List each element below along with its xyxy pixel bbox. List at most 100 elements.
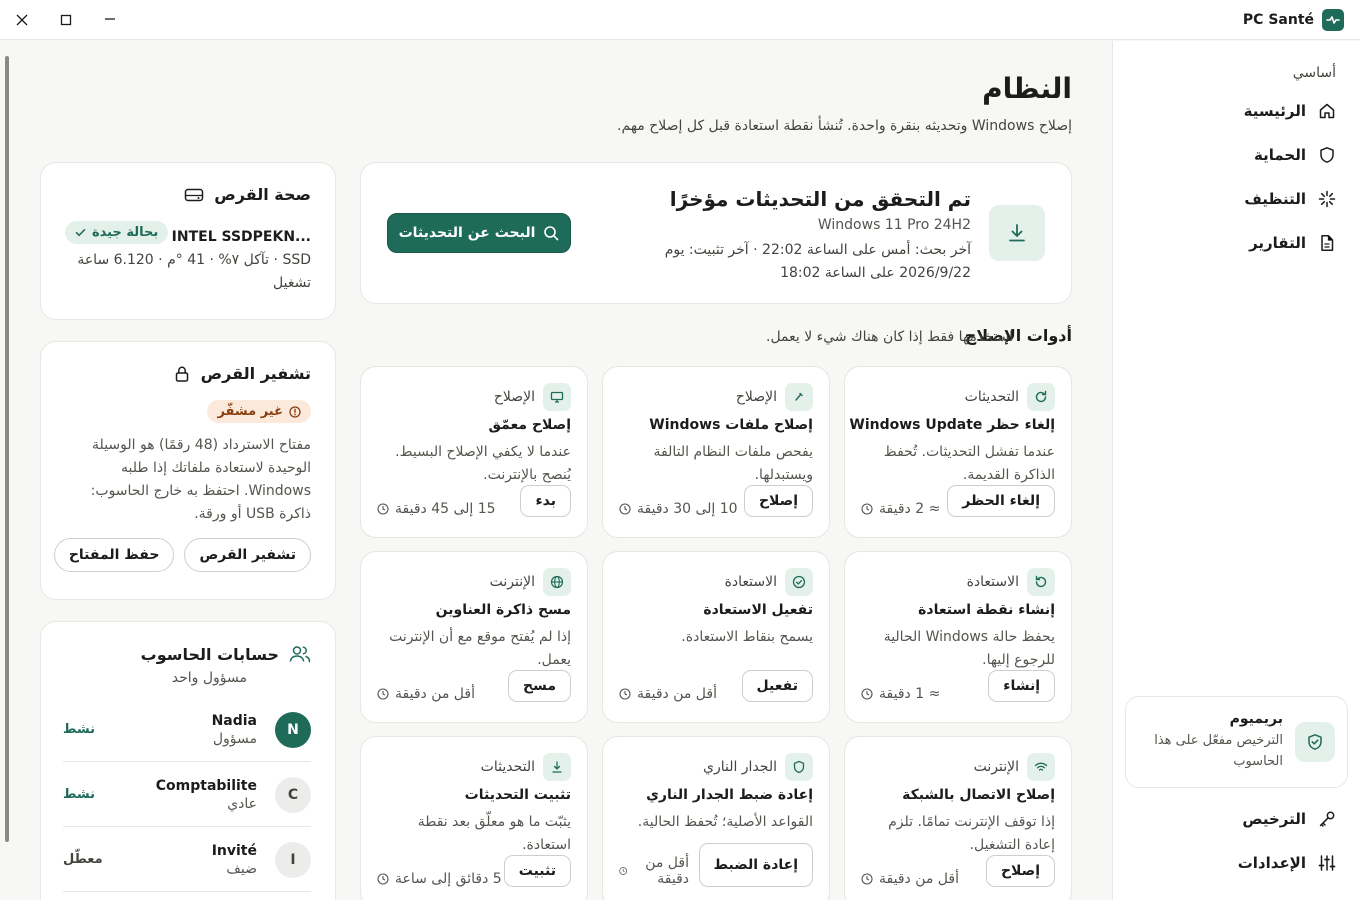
monitor-icon	[543, 383, 571, 411]
tool-card-install-updates: التحديثات تثبيت التحديثات يثبّت ما هو مع…	[360, 736, 588, 900]
tool-category-label: الإصلاح	[493, 389, 535, 405]
account-row[interactable]: N Nadia مسؤول نشط	[63, 698, 311, 762]
avatar: I	[275, 841, 311, 878]
tool-description: يسمح بنقاط الاستعادة.	[681, 629, 813, 645]
sidebar-item-reports[interactable]: التقارير	[1113, 221, 1360, 265]
tool-description: القواعد الأصلية؛ تُحفظ الحالية.	[637, 814, 813, 830]
tool-duration: أقل من دقيقة	[861, 871, 959, 887]
title-bar: PC Santé	[0, 0, 1360, 40]
tool-category: الإصلاح	[494, 383, 571, 411]
tool-title: مسح ذاكرة العناوين	[435, 602, 571, 618]
premium-text-block: بريميوم الترخيص مفعّل على هذا الحاسوب	[1138, 711, 1283, 773]
shield-icon	[1320, 147, 1334, 163]
clock-icon	[861, 873, 873, 885]
encryption-actions: تشفير القرص حفظ المفتاح	[53, 538, 311, 572]
search-icon	[544, 226, 559, 241]
install-updates-button[interactable]: تثبيت	[503, 855, 571, 887]
tool-description: عندما لا يكفي الإصلاح البسيط. يُنصح بالإ…	[395, 444, 571, 484]
premium-description: الترخيص مفعّل على هذا الحاسوب	[1154, 733, 1283, 769]
disk-status-badge: بحالة جيدة	[65, 221, 169, 244]
close-window-button[interactable]	[0, 4, 44, 36]
tool-duration-label: 5 دقائق إلى ساعة	[395, 871, 502, 887]
repair-network-button[interactable]: إصلاح	[985, 855, 1055, 887]
flush-dns-button[interactable]: مسح	[507, 670, 571, 702]
start-deep-repair-button[interactable]: بدء	[520, 485, 571, 517]
page-title: النظام	[982, 72, 1072, 105]
key-icon	[1319, 811, 1335, 827]
tool-card-deep-repair: الإصلاح إصلاح معمّق عندما لا يكفي الإصلا…	[360, 366, 588, 538]
create-restore-point-button[interactable]: إنشاء	[988, 670, 1055, 702]
clock-icon	[619, 503, 631, 515]
account-status: نشط	[63, 787, 96, 802]
tool-card-create-restore-point: الاستعادة إنشاء نقطة استعادة يحفظ حالة W…	[844, 551, 1072, 723]
encryption-title: تشفير القرص	[200, 364, 311, 383]
check-updates-label: البحث عن التحديثات	[398, 225, 536, 241]
clock-icon	[861, 503, 873, 515]
sidebar-section-label: أساسي	[1292, 65, 1336, 81]
tool-duration-label: ≈ 2 دقيقة	[879, 501, 941, 517]
tool-title: إصلاح معمّق	[488, 417, 572, 433]
account-role: مسؤول	[212, 730, 257, 747]
tool-description: يفحص ملفات النظام التالفة ويستبدلها.	[653, 444, 813, 484]
account-info: Invité ضيف	[212, 843, 257, 877]
check-icon	[75, 229, 86, 237]
download-icon	[989, 205, 1045, 261]
encrypt-disk-button[interactable]: تشفير القرص	[184, 538, 311, 572]
maximize-window-button[interactable]	[44, 4, 88, 36]
globe-icon	[543, 568, 571, 596]
computer-accounts-card: حسابات الحاسوب مسؤول واحد N Nadia مسؤول …	[40, 621, 336, 900]
premium-card[interactable]: بريميوم الترخيص مفعّل على هذا الحاسوب	[1125, 696, 1348, 788]
minimize-icon	[105, 17, 115, 20]
page-subtitle: إصلاح Windows وتحديثه بنقرة واحدة. تُنشأ…	[617, 118, 1072, 134]
tool-title: تفعيل الاستعادة	[703, 602, 813, 618]
accounts-subtitle: مسؤول واحد	[171, 670, 247, 686]
main-scrollbar[interactable]	[5, 56, 9, 842]
reset-firewall-button[interactable]: إعادة الضبط	[698, 843, 813, 887]
app-logo-icon	[1322, 8, 1344, 31]
clock-icon	[377, 873, 389, 885]
tool-duration: أقل من دقيقة	[619, 855, 689, 887]
clock-icon	[377, 503, 389, 515]
sidebar-item-protection[interactable]: الحماية	[1113, 133, 1360, 177]
minimize-window-button[interactable]	[88, 4, 132, 36]
repair-tools-hint: استخدمها فقط إذا كان هناك شيء لا يعمل.	[766, 329, 1014, 345]
tool-category: الإنترنت	[974, 753, 1055, 781]
check-updates-button[interactable]: البحث عن التحديثات	[387, 213, 571, 253]
enable-restore-button[interactable]: تفعيل	[741, 670, 813, 702]
tool-duration: ≈ 1 دقيقة	[861, 686, 940, 702]
sidebar-item-cleaning[interactable]: التنظيف	[1113, 177, 1360, 221]
warning-badge: غير مشفّر	[207, 400, 311, 423]
tool-duration-label: ≈ 1 دقيقة	[879, 686, 941, 702]
sidebar-item-label: الحماية	[1253, 146, 1306, 164]
disk-health-title: صحة القرص	[214, 185, 311, 204]
sidebar-item-home[interactable]: الرئيسية	[1113, 89, 1360, 133]
repair-files-button[interactable]: إصلاح	[743, 485, 813, 517]
account-status: نشط	[63, 722, 96, 737]
app-brand: PC Santé	[1243, 8, 1344, 31]
update-status-card: تم التحقق من التحديثات مؤخرًا Windows 11…	[360, 162, 1072, 304]
download-small-icon	[543, 753, 571, 781]
tool-title: إصلاح الاتصال بالشبكة	[902, 787, 1055, 803]
tool-title: إصلاح ملفات Windows	[649, 417, 813, 433]
sidebar-item-label: الرئيسية	[1243, 102, 1306, 120]
unblock-button[interactable]: إلغاء الحظر	[947, 485, 1055, 517]
accounts-title: حسابات الحاسوب	[140, 644, 279, 664]
disk-status-label: بحالة جيدة	[92, 225, 159, 240]
clock-icon	[377, 688, 389, 700]
tool-duration-label: أقل من دقيقة	[879, 871, 959, 887]
refresh-icon	[1027, 383, 1055, 411]
sidebar-item-license[interactable]: الترخيص	[1113, 797, 1360, 841]
window-controls	[0, 4, 132, 36]
encryption-description: مفتاح الاسترداد (48 رقمًا) هو الوسيلة ال…	[90, 437, 311, 523]
tool-category-label: الاستعادة	[724, 574, 777, 590]
sidebar-item-settings[interactable]: الإعدادات	[1113, 841, 1360, 885]
account-row[interactable]: C Comptabilite عادي نشط	[63, 763, 311, 827]
account-role: عادي	[227, 795, 257, 812]
clock-icon	[619, 688, 631, 700]
account-row[interactable]: I Invité ضيف معطّل	[63, 828, 311, 892]
wifi-icon	[1027, 753, 1055, 781]
save-key-button[interactable]: حفظ المفتاح	[53, 538, 175, 572]
disk-health-header: صحة القرص	[184, 185, 311, 204]
tool-card-windows-update: التحديثات إلغاء حظر Windows Update عندما…	[844, 366, 1072, 538]
tool-duration-label: أقل من دقيقة	[395, 686, 475, 702]
